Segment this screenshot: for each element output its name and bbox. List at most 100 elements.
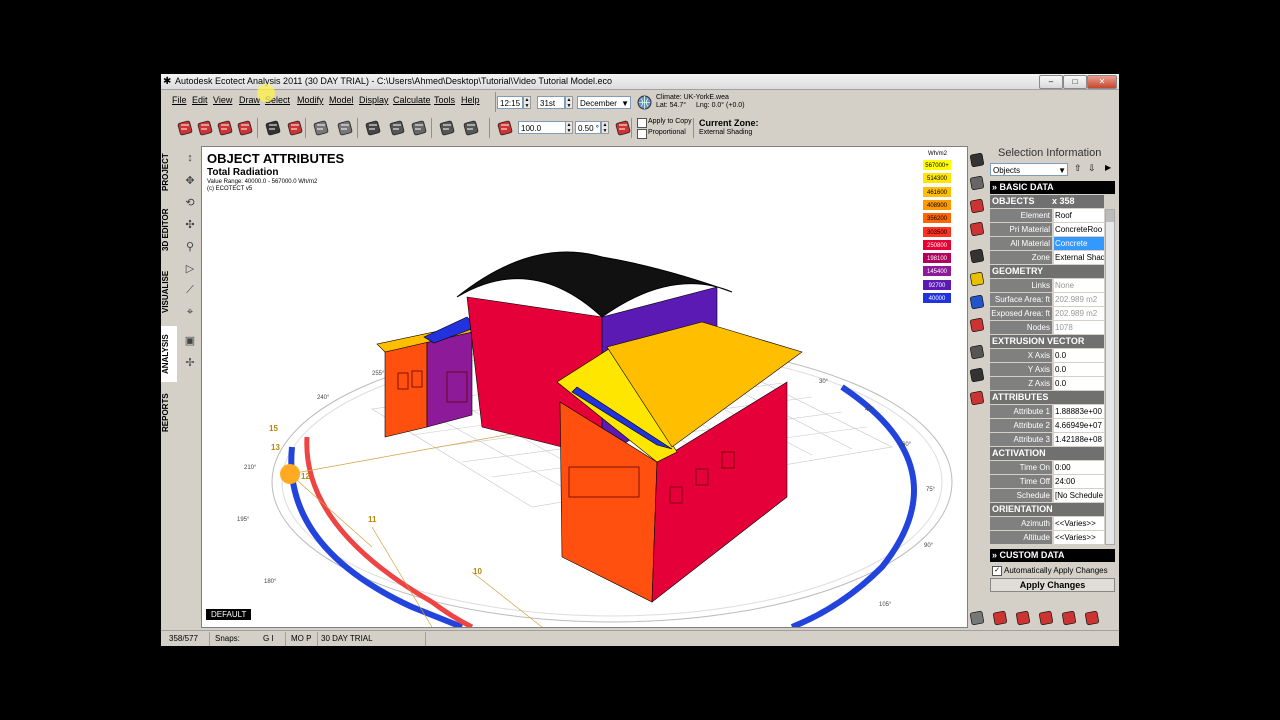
auto-apply-checkbox[interactable]: ✓ [992, 566, 1002, 576]
menu-model[interactable]: Model [329, 95, 354, 105]
globe-icon[interactable] [637, 95, 652, 110]
property-value[interactable]: None [1054, 279, 1104, 292]
pan-icon[interactable]: ✥ [181, 174, 199, 192]
snap-gi[interactable]: G I [263, 634, 274, 643]
section-header[interactable]: ORIENTATION [990, 503, 1104, 516]
section-header[interactable]: EXTRUSION VECTOR [990, 335, 1104, 348]
property-value[interactable]: 0.0 [1054, 349, 1104, 362]
measure-icon[interactable]: ⟋ [181, 284, 199, 302]
hierarchy-icon[interactable] [967, 365, 987, 385]
menu-modify[interactable]: Modify [297, 95, 324, 105]
pointer-icon[interactable] [967, 150, 987, 170]
property-value[interactable]: 1.42188e+08 [1054, 433, 1104, 446]
close-button[interactable]: ✕ [1087, 75, 1117, 89]
time-spinner[interactable]: ▲ ▼ [523, 96, 531, 109]
dolly-icon[interactable]: ✣ [181, 218, 199, 236]
scale-spinner[interactable]: ▲ ▼ [565, 121, 573, 134]
move-icon[interactable]: ↕ [181, 152, 199, 170]
tab-analysis[interactable]: ANALYSIS [161, 326, 177, 382]
fly-icon[interactable]: ▷ [181, 262, 199, 280]
expand-arrow-icon[interactable]: ▶ [1105, 163, 1111, 172]
gear-icon[interactable] [363, 118, 383, 138]
tab-visualise[interactable]: VISUALISE [161, 264, 177, 320]
day-spinner[interactable]: ▲ ▼ [565, 96, 573, 109]
menu-calculate[interactable]: Calculate [393, 95, 431, 105]
month-select[interactable]: December ▼ [577, 96, 631, 109]
property-value[interactable]: 1078 [1054, 321, 1104, 334]
zoom-icon[interactable]: ⚲ [181, 240, 199, 258]
gears-icon[interactable] [387, 118, 407, 138]
layers-icon[interactable] [311, 118, 331, 138]
property-value[interactable]: ConcreteRoo [1054, 223, 1104, 236]
section-header[interactable]: ACTIVATION [990, 447, 1104, 460]
tab-project[interactable]: PROJECT [161, 148, 177, 196]
property-value[interactable]: 0:00 [1054, 461, 1104, 474]
tab-reports[interactable]: REPORTS [161, 388, 177, 438]
day-field[interactable]: 31st [537, 96, 565, 109]
property-value[interactable]: Concrete [1054, 237, 1104, 250]
move-up-icon[interactable]: ⇧ [1074, 163, 1082, 174]
surface-icon[interactable] [967, 219, 987, 239]
custom-data-header[interactable]: » CUSTOM DATA [990, 549, 1115, 562]
property-value[interactable]: 1.88883e+00 [1054, 405, 1104, 418]
3d-viewport[interactable]: OBJECT ATTRIBUTES Total Radiation Value … [201, 146, 968, 628]
section-header[interactable]: GEOMETRY [990, 265, 1104, 278]
basic-data-header[interactable]: » BASIC DATA [990, 181, 1115, 194]
snap-mop[interactable]: MO P [291, 634, 311, 643]
grid-view-icon[interactable] [967, 608, 987, 628]
sun-icon[interactable] [967, 269, 987, 289]
property-value[interactable]: [No Schedule [1054, 489, 1104, 502]
wand-tool-icon[interactable] [967, 196, 987, 216]
property-value[interactable]: <<Varies>> [1054, 531, 1104, 544]
trash-icon[interactable] [967, 342, 987, 362]
object-edit-icon[interactable] [967, 173, 987, 193]
orbit-icon[interactable]: ⟲ [181, 196, 199, 214]
new-object-icon[interactable] [175, 118, 195, 138]
menu-view[interactable]: View [213, 95, 232, 105]
menu-edit[interactable]: Edit [192, 95, 208, 105]
property-value[interactable]: <<Varies>> [1054, 517, 1104, 530]
camera-icon[interactable] [1082, 608, 1102, 628]
cube-red-icon[interactable] [215, 118, 235, 138]
view-tab-default[interactable]: DEFAULT [206, 609, 252, 620]
redo-icon[interactable] [461, 118, 481, 138]
scissors-icon[interactable] [409, 118, 429, 138]
property-value[interactable]: 202.989 m2 [1054, 307, 1104, 320]
angle-field[interactable]: 0.50 ° [575, 121, 601, 134]
maximize-button[interactable]: □ [1063, 75, 1087, 89]
panel-scroll-thumb[interactable] [1106, 210, 1114, 222]
minimize-button[interactable]: – [1039, 75, 1063, 89]
angle-spinner[interactable]: ▲ ▼ [601, 121, 609, 134]
menu-display[interactable]: Display [359, 95, 389, 105]
tab-3d-editor[interactable]: 3D EDITOR [161, 202, 177, 258]
property-value[interactable]: 0.0 [1054, 377, 1104, 390]
export-icon[interactable] [967, 388, 987, 408]
apply-changes-button[interactable]: Apply Changes [990, 578, 1115, 592]
menu-file[interactable]: File [172, 95, 187, 105]
flag-icon[interactable] [235, 118, 255, 138]
eye-icon[interactable] [967, 246, 987, 266]
box-icon[interactable] [285, 118, 305, 138]
property-value[interactable]: 4.66949e+07 [1054, 419, 1104, 432]
wand-icon[interactable] [195, 118, 215, 138]
property-value[interactable]: 24:00 [1054, 475, 1104, 488]
screen-icon[interactable] [263, 118, 283, 138]
network-icon[interactable] [967, 315, 987, 335]
move-down-icon[interactable]: ⇩ [1088, 163, 1096, 174]
property-value[interactable]: 202.989 m2 [1054, 293, 1104, 306]
scale-field[interactable]: 100.0 [518, 121, 566, 134]
property-value[interactable]: Roof [1054, 209, 1104, 222]
proportional-checkbox[interactable] [637, 129, 647, 139]
menu-help[interactable]: Help [461, 95, 480, 105]
section-header[interactable]: ATTRIBUTES [990, 391, 1104, 404]
wand-red-icon[interactable] [990, 608, 1010, 628]
target-icon[interactable]: ⌖ [181, 306, 199, 324]
panel-scrollbar[interactable] [1105, 209, 1115, 545]
cube-view-icon[interactable]: ▣ [181, 334, 199, 352]
blue-cube-icon[interactable] [967, 292, 987, 312]
wand-grey-icon[interactable] [1013, 608, 1033, 628]
door-icon[interactable] [1059, 608, 1079, 628]
nodes-icon[interactable]: ✢ [181, 356, 199, 374]
property-value[interactable]: 0.0 [1054, 363, 1104, 376]
undo-icon[interactable] [437, 118, 457, 138]
